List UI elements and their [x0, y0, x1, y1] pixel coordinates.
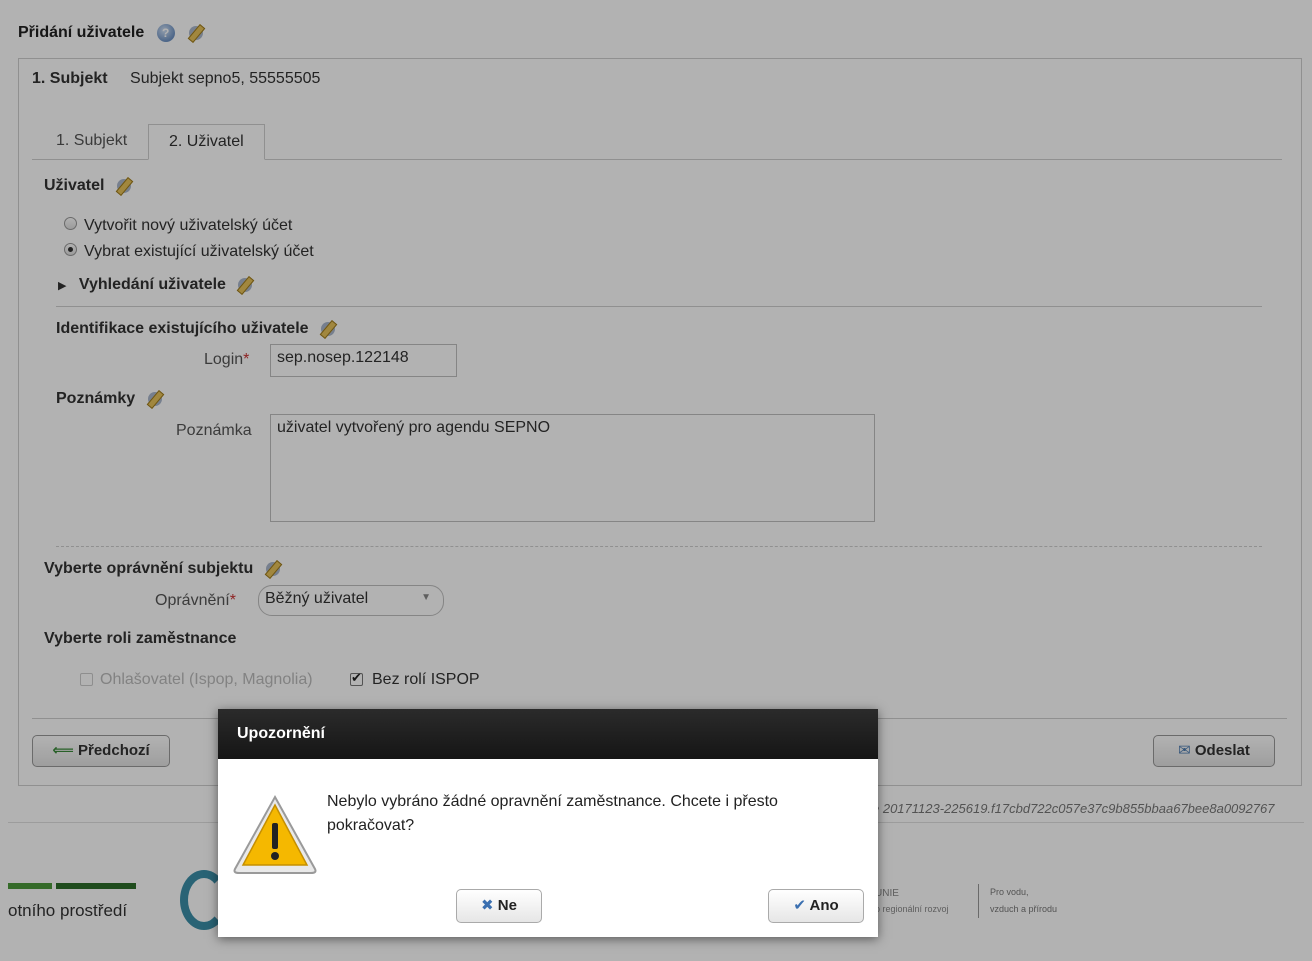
warning-dialog: Upozornění Nebylo vybráno žádné opravněn… — [218, 709, 878, 937]
no-button[interactable]: ✖ Ne — [456, 889, 542, 923]
yes-button[interactable]: ✔ Ano — [768, 889, 864, 923]
yes-button-label: Ano — [809, 897, 839, 914]
check-icon: ✔ — [793, 897, 806, 914]
dialog-header: Upozornění — [218, 709, 878, 759]
dialog-message: Nebylo vybráno žádné opravnění zaměstnan… — [327, 793, 778, 834]
no-button-label: Ne — [497, 897, 517, 914]
cross-icon: ✖ — [481, 897, 494, 914]
warning-icon — [233, 794, 317, 874]
